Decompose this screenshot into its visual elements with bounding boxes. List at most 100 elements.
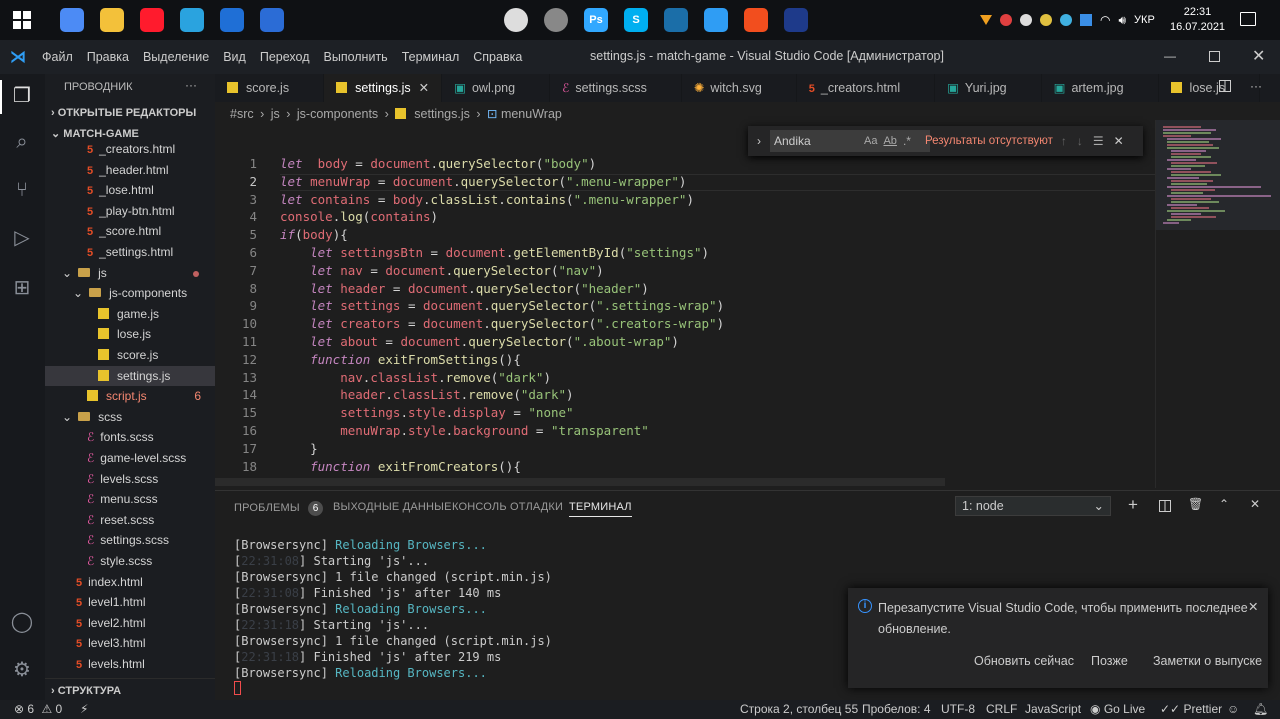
tree-item[interactable]: 5 _score.html [45,221,215,242]
tab-creators-html[interactable]: 5 _creators.html [797,74,936,102]
restore-icon[interactable] [1209,51,1220,62]
more-tabs-icon[interactable]: ··· [1250,79,1262,93]
whole-word-icon[interactable]: Ab [883,135,896,147]
prettier-status[interactable]: ✓✓ Prettier [1160,700,1222,719]
tab-settings-scss[interactable]: ℰsettings.scss [550,74,682,102]
tree-item[interactable]: ℰlevels.scss [45,469,215,490]
tree-item[interactable]: ℰgame-level.scss [45,448,215,469]
structure-section[interactable]: › СТРУКТУРА [45,678,215,700]
tray-icon[interactable] [1040,14,1052,26]
menu-item[interactable]: Справка [473,50,522,64]
tree-item[interactable]: ⌄ scss [45,407,215,428]
tree-item[interactable]: score.js [45,345,215,366]
extensions-icon[interactable]: ⊞ [10,276,34,300]
assassins-creed-icon[interactable] [504,8,528,32]
close-find-icon[interactable]: ✕ [1114,134,1124,148]
tree-item[interactable]: ℰsettings.scss [45,530,215,551]
manage-gear-icon[interactable]: ⚙ [10,658,34,682]
tree-item[interactable]: ℰstyle.scss [45,551,215,572]
breadcrumb-item[interactable]: menuWrap [501,107,562,121]
regex-icon[interactable]: .* [903,134,911,148]
tray-icon[interactable] [980,15,992,25]
tab-owl-png[interactable]: ▣ owl.png [442,74,551,102]
previous-match-icon[interactable]: ↑ [1061,134,1067,148]
tree-item[interactable]: ℰreset.scss [45,510,215,531]
tab-output[interactable]: ВЫХОДНЫЕ ДАННЫЕ [333,501,452,513]
tree-item[interactable]: 5 level2.html [45,613,215,634]
steam-icon[interactable] [664,8,688,32]
tab-settings-js[interactable]: settings.js ✕ [324,74,443,102]
breadcrumb-item[interactable]: settings.js [414,107,470,121]
release-notes-button[interactable]: Заметки о выпуске [1153,654,1262,668]
match-case-icon[interactable]: Aa [864,135,877,147]
tree-item[interactable]: 5 _lose.html [45,180,215,201]
update-now-button[interactable]: Обновить сейчас [974,654,1074,668]
tray-icon[interactable] [1020,14,1032,26]
tree-item[interactable]: ℰmenu.scss [45,489,215,510]
tray-icon[interactable] [1080,14,1092,26]
figma-icon[interactable] [744,8,768,32]
maximize-panel-icon[interactable]: ⌃ [1219,497,1229,511]
bell-icon[interactable]: 🔔︎ [1253,700,1268,719]
tab-terminal[interactable]: ТЕРМИНАЛ [569,501,632,517]
store-icon[interactable] [220,8,244,32]
menu-item[interactable]: Вид [223,50,246,64]
later-button[interactable]: Позже [1091,654,1128,668]
media-icon[interactable] [260,8,284,32]
close-panel-icon[interactable]: ✕ [1250,497,1260,511]
vscode-icon[interactable] [704,8,728,32]
close-window-icon[interactable]: ✕ [1252,46,1265,66]
wifi-icon[interactable]: ◠ [1100,13,1110,27]
language-mode[interactable]: JavaScript [1025,700,1081,719]
windows-start-icon[interactable] [10,8,34,32]
opera-icon[interactable] [140,8,164,32]
account-status-icon[interactable]: ☺ [1227,700,1239,719]
close-tab-icon[interactable]: ✕ [419,81,429,95]
kill-terminal-icon[interactable]: 🗑︎ [1188,497,1203,511]
code-editor[interactable]: 1 let body = document.querySelector("body… [215,126,1280,488]
cursor-position[interactable]: Строка 2, столбец 55 [740,700,858,719]
tree-item[interactable]: lose.js [45,324,215,345]
tree-item[interactable]: 5 _settings.html [45,242,215,263]
new-terminal-icon[interactable]: + [1128,495,1138,515]
tray-icon[interactable] [1060,14,1072,26]
tree-item[interactable]: ⌄ js [45,263,215,284]
lightning-icon[interactable]: ⚡︎ [80,700,88,719]
telegram-icon[interactable] [180,8,204,32]
source-control-icon[interactable]: ⑂ [10,178,34,202]
tab-witch-svg[interactable]: ✺ witch.svg [682,74,797,102]
tree-item[interactable]: ⌄ js-components [45,283,215,304]
account-icon[interactable]: ◯ [10,610,34,634]
find-in-selection-icon[interactable]: ☰ [1093,134,1104,148]
tree-item[interactable]: 5 levels.html [45,654,215,675]
run-debug-icon[interactable]: ▷ [10,226,34,250]
explorer-icon[interactable]: ❐ [10,84,34,108]
tray-icon[interactable] [1000,14,1012,26]
menu-item[interactable]: Терминал [402,50,460,64]
tree-item[interactable]: game.js [45,304,215,325]
menu-item[interactable]: Выделение [143,50,209,64]
menu-item[interactable]: Переход [260,50,310,64]
tab-problems[interactable]: ПРОБЛЕМЫ 6 [234,501,324,516]
indentation[interactable]: Пробелов: 4 [862,700,931,719]
tree-item[interactable]: 5 level1.html [45,592,215,613]
tab-debug-console[interactable]: КОНСОЛЬ ОТЛАДКИ [452,501,563,513]
tree-item[interactable]: script.js 6 [45,386,215,407]
chrome-icon[interactable] [60,8,84,32]
tree-item[interactable]: 5 _header.html [45,160,215,181]
menu-item[interactable]: Правка [87,50,129,64]
steam-disc-icon[interactable] [544,8,568,32]
minimize-icon[interactable]: — [1164,49,1176,63]
split-editor-icon[interactable] [1219,80,1231,92]
encoding[interactable]: UTF-8 [941,700,975,719]
more-actions-icon[interactable]: ··· [185,78,197,92]
breadcrumb-item[interactable]: js [271,107,280,121]
tree-item[interactable]: settings.js [45,365,215,387]
next-match-icon[interactable]: ↓ [1077,134,1083,148]
clock[interactable]: 22:31 16.07.2021 [1170,5,1225,35]
tree-item[interactable]: 5 _creators.html [45,139,215,160]
volume-icon[interactable]: 🔊︎ [1118,13,1126,28]
tree-item[interactable]: 5 index.html [45,572,215,593]
tab-artem-jpg[interactable]: ▣ artem.jpg [1042,74,1159,102]
open-editors-section[interactable]: › ОТКРЫТЫЕ РЕДАКТОРЫ [51,107,196,119]
